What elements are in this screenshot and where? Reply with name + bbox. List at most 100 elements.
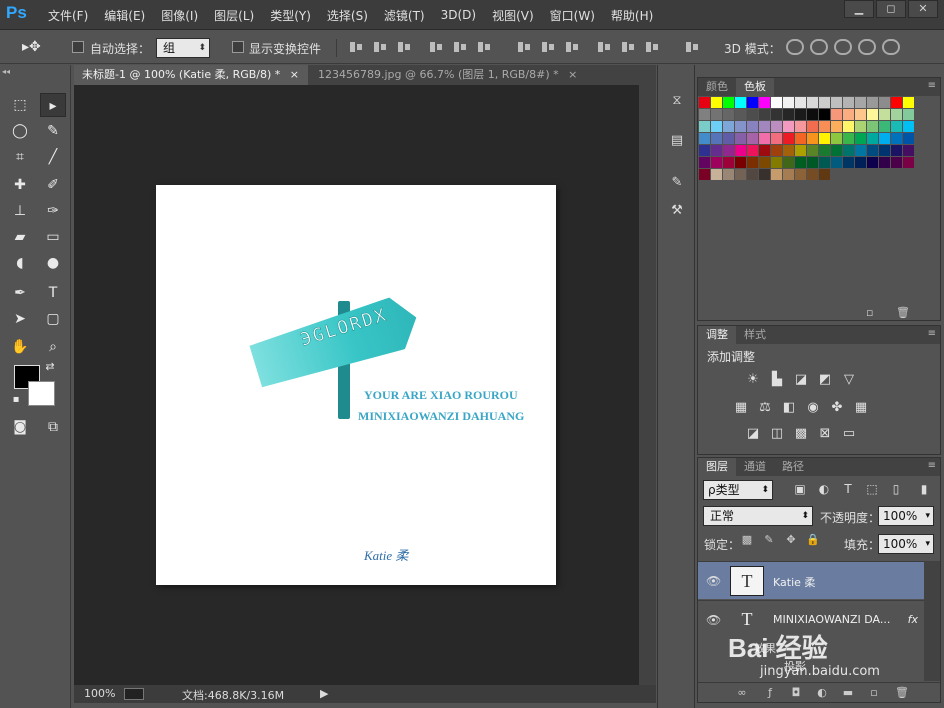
screen-mode-icon[interactable]: ⧉ [40,415,66,439]
gradient-map-icon[interactable]: ▭ [840,426,858,442]
color-swatch[interactable] [759,145,770,156]
color-swatch[interactable] [723,157,734,168]
opacity-input[interactable]: 100% ▾ [878,506,934,526]
add-mask-icon[interactable]: ◘ [788,686,804,700]
scale-3d-icon[interactable] [882,39,900,55]
quick-mask-icon[interactable]: ◙ [7,415,33,439]
distribute-top-icon[interactable] [516,40,532,54]
color-swatch[interactable] [795,169,806,180]
color-swatch[interactable] [831,157,842,168]
color-swatch[interactable] [903,133,914,144]
adjustment-filter-icon[interactable]: ◐ [816,482,832,498]
filter-toggle-icon[interactable]: ▮ [916,482,932,498]
distribute-right-icon[interactable] [644,40,660,54]
color-swatch[interactable] [759,169,770,180]
color-swatch[interactable] [891,121,902,132]
color-swatch[interactable] [855,121,866,132]
menu-edit[interactable]: 编辑(E) [96,7,153,24]
distribute-hcenter-icon[interactable] [620,40,636,54]
minimize-button[interactable]: ▁ [844,0,874,18]
tab-channels[interactable]: 通道 [736,458,774,476]
type-tool-icon[interactable]: T [40,281,66,305]
color-swatch[interactable] [819,169,830,180]
photo-filter-icon[interactable]: ◉ [804,400,822,416]
color-swatch[interactable] [819,97,830,108]
color-swatch[interactable] [843,121,854,132]
color-swatch[interactable] [711,133,722,144]
zoom-level[interactable]: 100% [84,687,115,700]
color-swatch[interactable] [759,157,770,168]
selective-color-icon[interactable]: ⊠ [816,426,834,442]
menu-image[interactable]: 图像(I) [153,7,206,24]
move-tool-icon[interactable]: ▸ [40,93,66,117]
clone-stamp-tool-icon[interactable]: ⊥ [7,199,33,223]
color-swatch[interactable] [891,145,902,156]
quick-select-tool-icon[interactable]: ✎ [40,119,66,143]
auto-select-dropdown[interactable]: 组 ⬍ [156,38,210,58]
swap-colors-icon[interactable]: ⇄ [42,359,58,375]
tab-color[interactable]: 颜色 [698,78,736,96]
color-swatch[interactable] [855,145,866,156]
color-swatch[interactable] [867,133,878,144]
eye-icon[interactable]: 👁 [706,613,721,627]
threshold-icon[interactable]: ▩ [792,426,810,442]
lasso-tool-icon[interactable]: ◯ [7,119,33,143]
close-icon[interactable]: × [568,68,577,81]
color-swatch[interactable] [723,145,734,156]
type-filter-icon[interactable]: T [840,482,856,498]
zoom-tool-icon[interactable]: ⌕ [40,335,66,359]
vibrance-icon[interactable]: ▽ [840,372,858,388]
color-swatch[interactable] [795,157,806,168]
lock-transparent-icon[interactable]: ▩ [740,533,754,547]
color-swatch[interactable] [879,145,890,156]
marquee-tool-icon[interactable]: ⬚ [7,93,33,117]
tab-untitled-1[interactable]: 未标题-1 @ 100% (Katie 柔, RGB/8) * × [74,65,308,85]
roll-3d-icon[interactable] [810,39,828,55]
menu-select[interactable]: 选择(S) [319,7,376,24]
color-swatch[interactable] [771,169,782,180]
color-swatch[interactable] [879,109,890,120]
new-layer-icon[interactable]: ▫ [866,686,882,700]
canvas-area[interactable]: ЭGLORDX YOUR ARE XIAO ROUROU MINIXIAOWAN… [74,85,639,685]
color-swatch[interactable] [759,121,770,132]
color-swatch[interactable] [723,169,734,180]
color-swatch[interactable] [699,169,710,180]
color-swatch[interactable] [903,97,914,108]
color-swatch[interactable] [771,133,782,144]
color-swatch[interactable] [807,121,818,132]
color-swatch[interactable] [855,157,866,168]
crop-tool-icon[interactable]: ⌗ [7,145,33,169]
color-swatch[interactable] [795,121,806,132]
brush-panel-icon[interactable]: ✎ [666,173,688,193]
color-swatch[interactable] [867,97,878,108]
brightness-contrast-icon[interactable]: ☀ [744,372,762,388]
history-panel-icon[interactable]: ⧖ [666,91,688,111]
color-swatch[interactable] [819,133,830,144]
blend-mode-dropdown[interactable]: 正常 ⬍ [703,506,813,526]
layers-scrollbar[interactable] [924,561,940,681]
color-swatch[interactable] [783,133,794,144]
color-swatch[interactable] [831,121,842,132]
color-swatch[interactable] [855,133,866,144]
color-swatch[interactable] [759,97,770,108]
color-swatch[interactable] [711,121,722,132]
tab-layers[interactable]: 图层 [698,458,736,476]
lock-image-icon[interactable]: ✎ [762,533,776,547]
color-swatch[interactable] [855,109,866,120]
color-swatch[interactable] [699,121,710,132]
color-swatch[interactable] [879,97,890,108]
fill-input[interactable]: 100% ▾ [878,534,934,554]
eye-icon[interactable]: 👁 [706,574,721,588]
color-swatch[interactable] [819,121,830,132]
color-swatch[interactable] [783,121,794,132]
color-swatch[interactable] [855,97,866,108]
menu-view[interactable]: 视图(V) [484,7,542,24]
rotate-3d-icon[interactable] [786,39,804,55]
shape-tool-icon[interactable]: ▢ [40,307,66,331]
color-balance-icon[interactable]: ⚖ [756,400,774,416]
layer-row-katie[interactable]: 👁 T Katie 柔 [698,561,924,599]
black-white-icon[interactable]: ◧ [780,400,798,416]
color-swatch[interactable] [879,157,890,168]
color-swatch[interactable] [711,169,722,180]
menu-filter[interactable]: 滤镜(T) [376,7,433,24]
